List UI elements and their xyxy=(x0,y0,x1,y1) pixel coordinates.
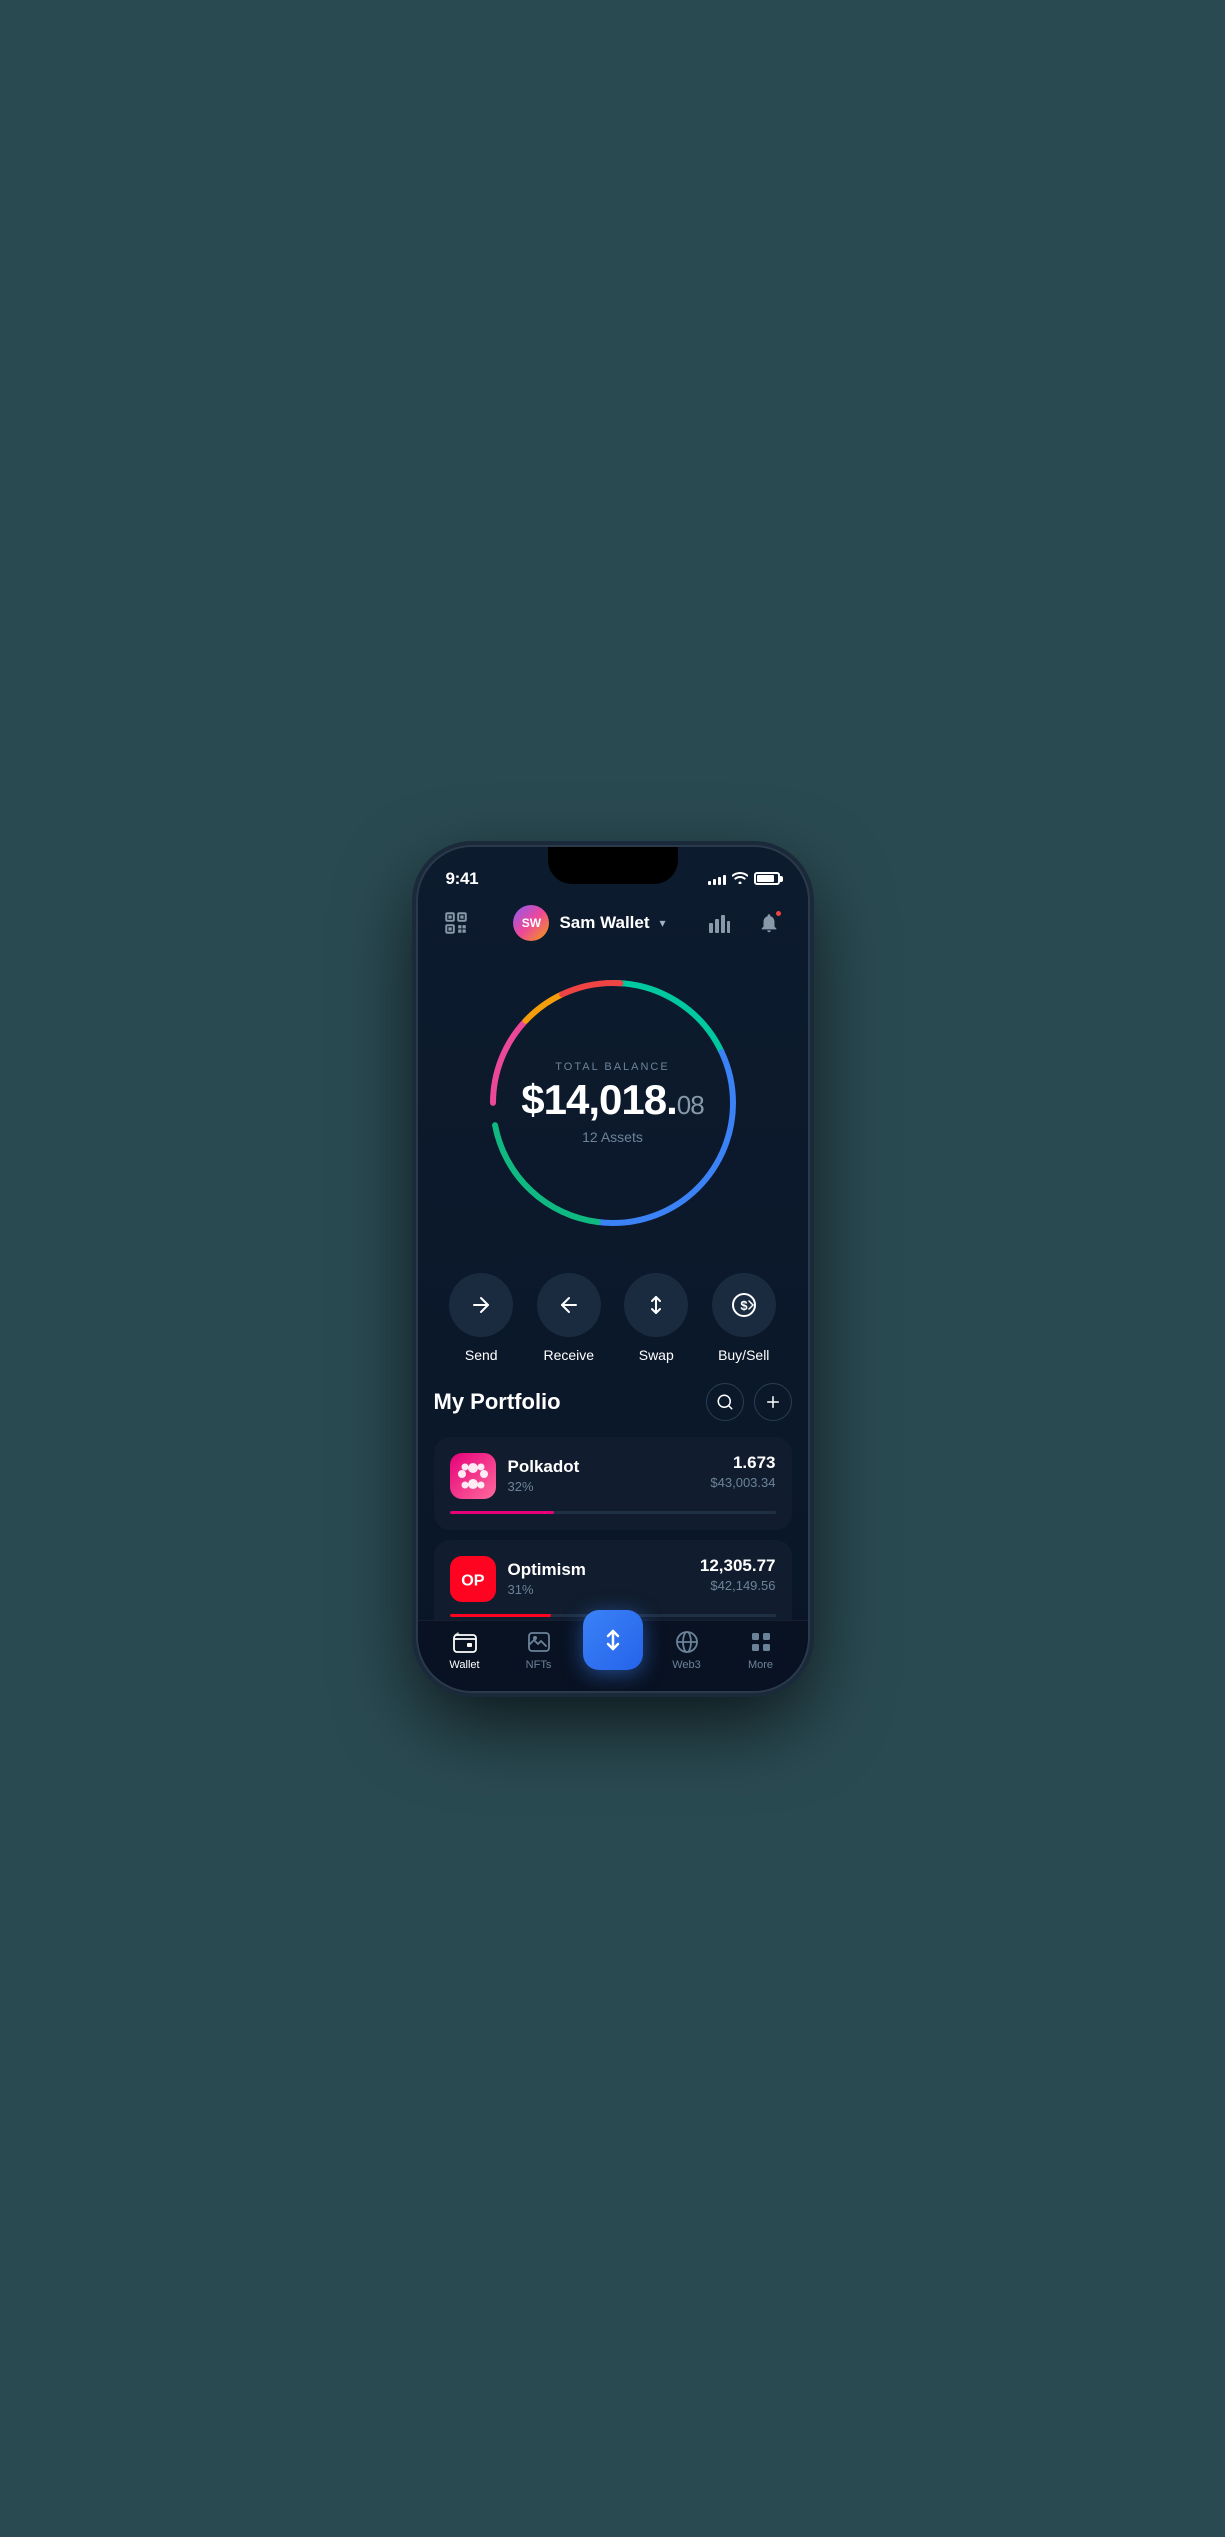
asset-card-optimism[interactable]: OP Optimism 31% 12,305.77 $42,149.56 xyxy=(434,1540,792,1620)
portfolio-actions xyxy=(706,1383,792,1421)
asset-left-optimism: OP Optimism 31% xyxy=(450,1556,586,1602)
svg-text:OP: OP xyxy=(461,1571,485,1589)
wallet-selector[interactable]: SW Sam Wallet ▾ xyxy=(513,905,665,941)
asset-card-polkadot[interactable]: Polkadot 32% 1.673 $43,003.34 xyxy=(434,1437,792,1530)
asset-top-polkadot: Polkadot 32% 1.673 $43,003.34 xyxy=(450,1453,776,1499)
polkadot-percent: 32% xyxy=(508,1479,580,1494)
receive-button[interactable] xyxy=(537,1273,601,1337)
battery-fill xyxy=(757,875,774,882)
avatar: SW xyxy=(513,905,549,941)
balance-assets: 12 Assets xyxy=(521,1129,703,1145)
header-right xyxy=(701,905,787,941)
balance-amount: $14,018.08 xyxy=(521,1079,703,1121)
svg-text:$: $ xyxy=(740,1298,748,1313)
nav-item-web3[interactable]: Web3 xyxy=(650,1629,724,1671)
buysell-action[interactable]: $ Buy/Sell xyxy=(712,1273,776,1363)
status-icons xyxy=(708,871,780,887)
swap-action[interactable]: Swap xyxy=(624,1273,688,1363)
phone-screen: 9:41 xyxy=(418,847,808,1691)
balance-label: TOTAL BALANCE xyxy=(521,1061,703,1073)
wallet-name: Sam Wallet xyxy=(559,913,649,933)
optimism-percent: 31% xyxy=(508,1582,586,1597)
nfts-nav-icon xyxy=(526,1629,552,1655)
balance-circle-container: TOTAL BALANCE $14,018.08 12 Assets xyxy=(473,963,753,1243)
polkadot-value: $43,003.34 xyxy=(710,1475,775,1490)
swap-button[interactable] xyxy=(624,1273,688,1337)
status-time: 9:41 xyxy=(446,869,479,889)
chart-icon[interactable] xyxy=(701,905,737,941)
qr-icon[interactable] xyxy=(438,905,474,941)
portfolio-section: My Portfolio xyxy=(418,1383,808,1620)
balance-section: TOTAL BALANCE $14,018.08 12 Assets xyxy=(418,953,808,1263)
polkadot-bar-fill xyxy=(450,1511,554,1514)
search-button[interactable] xyxy=(706,1383,744,1421)
receive-action[interactable]: Receive xyxy=(537,1273,601,1363)
send-button[interactable] xyxy=(449,1273,513,1337)
wallet-nav-icon xyxy=(452,1629,478,1655)
buysell-button[interactable]: $ xyxy=(712,1273,776,1337)
balance-cents: 08 xyxy=(677,1090,704,1120)
signal-bar-2 xyxy=(713,879,716,885)
polkadot-logo xyxy=(450,1453,496,1499)
signal-bar-4 xyxy=(723,875,726,885)
optimism-info: Optimism 31% xyxy=(508,1560,586,1597)
add-asset-button[interactable] xyxy=(754,1383,792,1421)
nfts-nav-label: NFTs xyxy=(526,1659,552,1671)
nav-item-more[interactable]: More xyxy=(724,1629,798,1671)
chevron-down-icon: ▾ xyxy=(660,916,666,930)
header: SW Sam Wallet ▾ xyxy=(418,897,808,953)
header-left xyxy=(438,905,478,941)
receive-label: Receive xyxy=(543,1347,594,1363)
balance-content: TOTAL BALANCE $14,018.08 12 Assets xyxy=(521,1061,703,1145)
send-label: Send xyxy=(465,1347,498,1363)
phone-notch xyxy=(548,847,678,884)
swap-label: Swap xyxy=(639,1347,674,1363)
bell-icon[interactable] xyxy=(751,905,787,941)
center-action-button[interactable] xyxy=(583,1610,643,1670)
signal-bars-icon xyxy=(708,873,726,885)
polkadot-name: Polkadot xyxy=(508,1457,580,1477)
optimism-bar-fill xyxy=(450,1614,551,1617)
portfolio-header: My Portfolio xyxy=(434,1383,792,1421)
portfolio-title: My Portfolio xyxy=(434,1389,561,1415)
actions-section: Send Receive xyxy=(418,1263,808,1383)
send-action[interactable]: Send xyxy=(449,1273,513,1363)
web3-nav-icon xyxy=(674,1629,700,1655)
polkadot-bar-track xyxy=(450,1511,776,1514)
asset-top-optimism: OP Optimism 31% 12,305.77 $42,149.56 xyxy=(450,1556,776,1602)
optimism-name: Optimism xyxy=(508,1560,586,1580)
optimism-right: 12,305.77 $42,149.56 xyxy=(700,1556,776,1593)
optimism-logo: OP xyxy=(450,1556,496,1602)
bottom-nav: Wallet NFTs xyxy=(418,1620,808,1691)
phone-frame: 9:41 xyxy=(418,847,808,1691)
polkadot-amount: 1.673 xyxy=(710,1453,775,1473)
battery-icon xyxy=(754,872,780,885)
more-nav-label: More xyxy=(748,1659,773,1671)
web3-nav-label: Web3 xyxy=(672,1659,701,1671)
nav-item-wallet[interactable]: Wallet xyxy=(428,1629,502,1671)
notification-dot xyxy=(774,909,783,918)
asset-left-polkadot: Polkadot 32% xyxy=(450,1453,580,1499)
buysell-label: Buy/Sell xyxy=(718,1347,769,1363)
wallet-nav-label: Wallet xyxy=(449,1659,479,1671)
signal-bar-3 xyxy=(718,877,721,885)
polkadot-info: Polkadot 32% xyxy=(508,1457,580,1494)
signal-bar-1 xyxy=(708,881,711,885)
nav-item-nfts[interactable]: NFTs xyxy=(502,1629,576,1671)
polkadot-right: 1.673 $43,003.34 xyxy=(710,1453,775,1490)
optimism-amount: 12,305.77 xyxy=(700,1556,776,1576)
more-nav-icon xyxy=(748,1629,774,1655)
optimism-value: $42,149.56 xyxy=(700,1578,776,1593)
nav-item-center[interactable] xyxy=(576,1630,650,1670)
wifi-icon xyxy=(732,871,748,887)
